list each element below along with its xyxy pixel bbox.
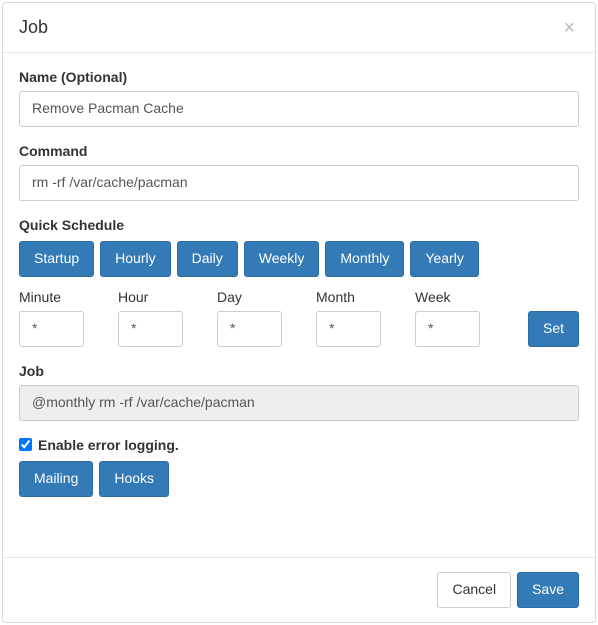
- day-col: Day: [217, 289, 282, 347]
- minute-col: Minute: [19, 289, 84, 347]
- name-input[interactable]: [19, 91, 579, 127]
- set-button[interactable]: Set: [528, 311, 579, 347]
- minute-label: Minute: [19, 289, 84, 305]
- command-group: Command: [19, 143, 579, 201]
- day-label: Day: [217, 289, 282, 305]
- month-col: Month: [316, 289, 381, 347]
- extra-buttons: Mailing Hooks: [19, 461, 579, 497]
- save-button[interactable]: Save: [517, 572, 579, 608]
- weekly-button[interactable]: Weekly: [244, 241, 320, 277]
- time-row: Minute Hour Day Month Week: [19, 289, 579, 347]
- command-label: Command: [19, 143, 579, 159]
- modal-footer: Cancel Save: [3, 557, 595, 622]
- job-modal: Job × Name (Optional) Command Quick Sche…: [2, 2, 596, 623]
- week-input[interactable]: [415, 311, 480, 347]
- cancel-button[interactable]: Cancel: [437, 572, 511, 608]
- enable-logging-label: Enable error logging.: [38, 437, 179, 453]
- quick-schedule-label: Quick Schedule: [19, 217, 579, 233]
- quick-schedule-buttons: Startup Hourly Daily Weekly Monthly Year…: [19, 241, 579, 277]
- enable-logging-checkbox[interactable]: [19, 438, 32, 451]
- month-label: Month: [316, 289, 381, 305]
- name-group: Name (Optional): [19, 69, 579, 127]
- monthly-button[interactable]: Monthly: [325, 241, 404, 277]
- month-input[interactable]: [316, 311, 381, 347]
- logging-row: Enable error logging.: [19, 437, 579, 453]
- modal-body: Name (Optional) Command Quick Schedule S…: [3, 53, 595, 557]
- job-label: Job: [19, 363, 579, 379]
- job-input: [19, 385, 579, 421]
- hour-label: Hour: [118, 289, 183, 305]
- quick-schedule-group: Quick Schedule Startup Hourly Daily Week…: [19, 217, 579, 347]
- command-input[interactable]: [19, 165, 579, 201]
- name-label: Name (Optional): [19, 69, 579, 85]
- job-group: Job: [19, 363, 579, 421]
- startup-button[interactable]: Startup: [19, 241, 94, 277]
- hooks-button[interactable]: Hooks: [99, 461, 169, 497]
- hourly-button[interactable]: Hourly: [100, 241, 170, 277]
- close-button[interactable]: ×: [559, 18, 579, 38]
- yearly-button[interactable]: Yearly: [410, 241, 478, 277]
- hour-col: Hour: [118, 289, 183, 347]
- set-col: Set: [528, 311, 579, 347]
- day-input[interactable]: [217, 311, 282, 347]
- modal-header: Job ×: [3, 3, 595, 53]
- mailing-button[interactable]: Mailing: [19, 461, 93, 497]
- modal-title: Job: [19, 17, 48, 38]
- hour-input[interactable]: [118, 311, 183, 347]
- week-col: Week: [415, 289, 480, 347]
- daily-button[interactable]: Daily: [177, 241, 238, 277]
- minute-input[interactable]: [19, 311, 84, 347]
- week-label: Week: [415, 289, 480, 305]
